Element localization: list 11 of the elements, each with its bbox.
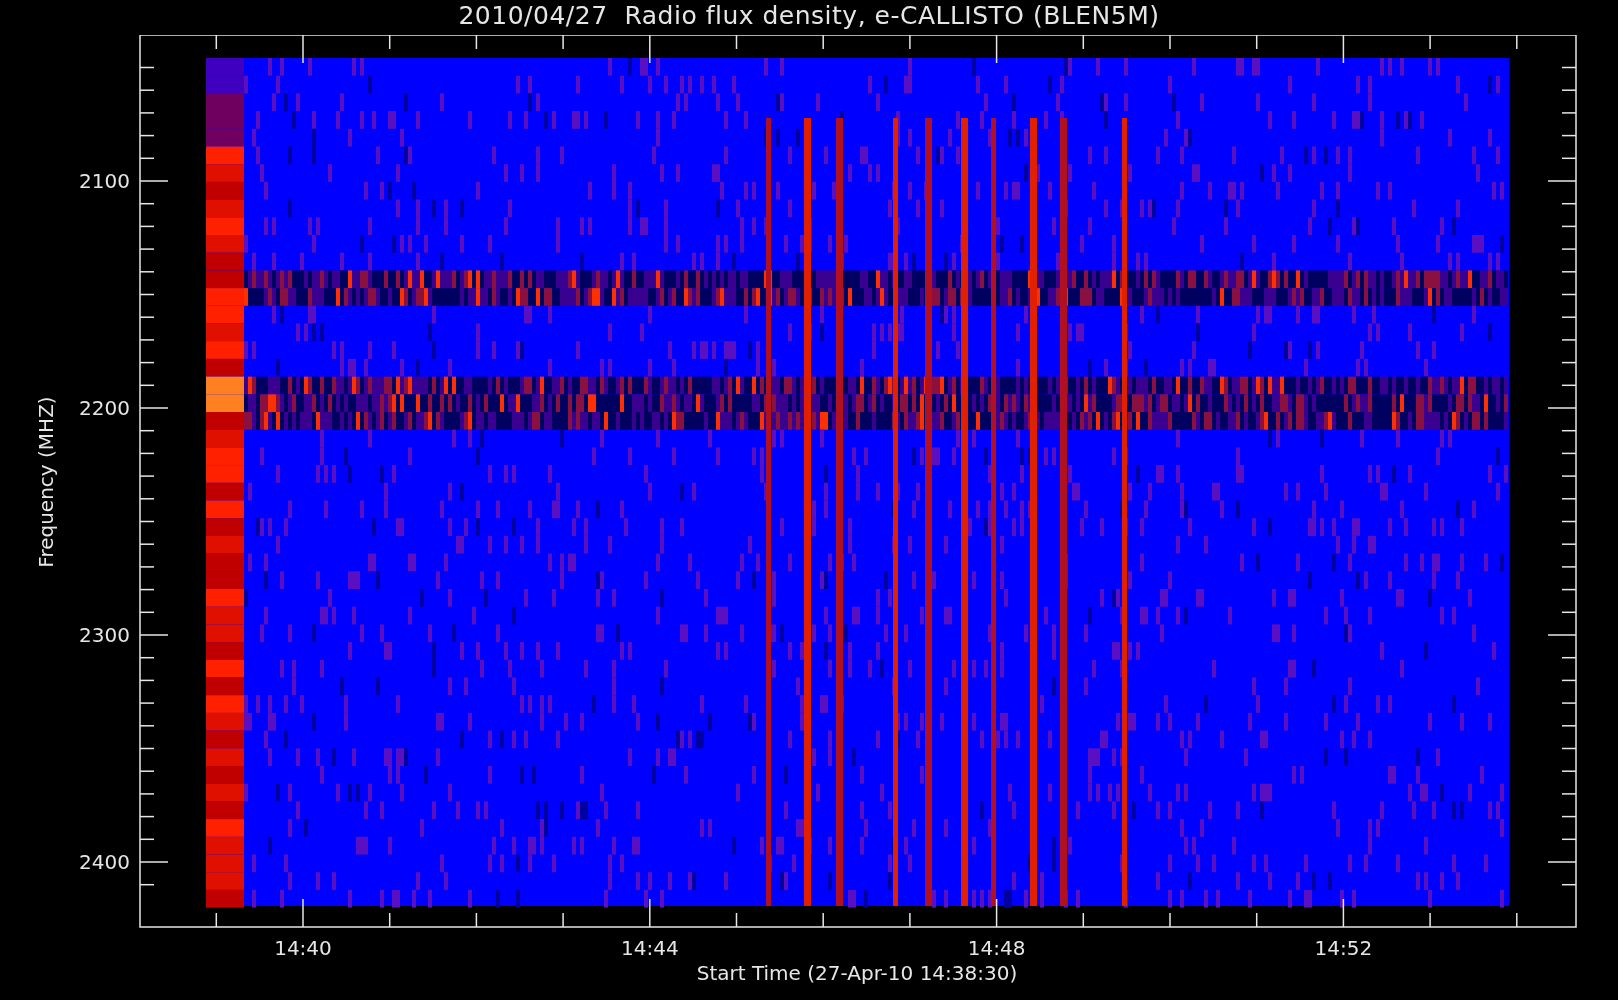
y-tick-label: 2300 [79,623,130,647]
x-tick-label: 14:52 [1314,936,1373,960]
y-tick-label: 2100 [79,169,130,193]
x-tick-label: 14:48 [967,936,1026,960]
x-axis-label: Start Time (27-Apr-10 14:38:30) [696,961,1018,985]
x-tick-label: 14:44 [621,936,679,960]
chart-title: 2010/04/27 Radio flux density, e-CALLISTO (BLEN5M) [458,0,1160,32]
y-tick-label: 2200 [79,396,130,420]
y-tick-label: 2400 [79,850,130,874]
x-tick-label: 14:40 [274,936,332,960]
y-axis-label: Frequency (MHZ) [34,396,58,568]
